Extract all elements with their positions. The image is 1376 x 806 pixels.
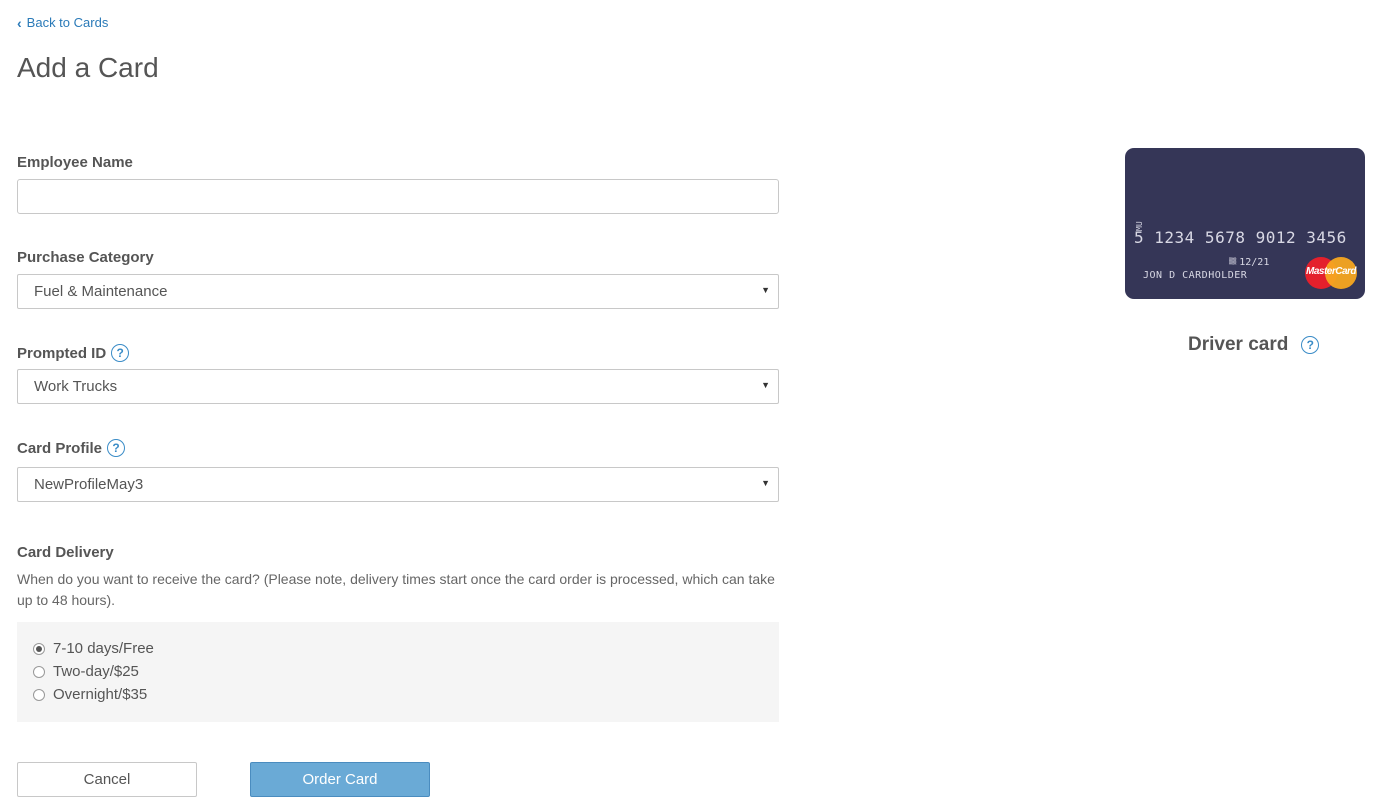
page-title: Add a Card — [17, 52, 159, 83]
card-expiry-prefix: ▒▒ — [1229, 258, 1237, 265]
card-holder-name: JON D CARDHOLDER — [1143, 270, 1248, 281]
mastercard-logo-icon: MasterCard — [1305, 257, 1357, 289]
purchase-category-label: Purchase Category — [17, 249, 154, 266]
purchase-category-select[interactable]: Fuel & Maintenance ▼ — [17, 274, 779, 309]
employee-name-label: Employee Name — [17, 154, 133, 171]
card-delivery-label-text: Card Delivery — [17, 544, 114, 561]
card-expiry: ▒▒ 12/21 — [1229, 257, 1269, 268]
employee-name-input[interactable] — [17, 179, 779, 214]
radio-button[interactable] — [33, 642, 45, 655]
back-link-label: Back to Cards — [26, 15, 109, 30]
card-delivery-description: When do you want to receive the card? (P… — [17, 571, 775, 608]
delivery-option-overnight[interactable]: Overnight/$35 — [33, 686, 147, 703]
radio-button[interactable] — [33, 688, 45, 701]
card-number: 5 1234 5678 9012 3456 — [1134, 228, 1347, 247]
caret-down-icon: ▼ — [761, 285, 770, 295]
prompted-id-select[interactable]: Work Trucks ▼ — [17, 369, 779, 404]
mastercard-logo-text: MasterCard — [1305, 266, 1357, 277]
card-profile-select[interactable]: NewProfileMay3 ▼ — [17, 467, 779, 502]
delivery-option-two-day[interactable]: Two-day/$25 — [33, 663, 139, 680]
delivery-option-free[interactable]: 7-10 days/Free — [33, 640, 154, 657]
prompted-id-value: Work Trucks — [34, 378, 118, 395]
radio-button[interactable] — [33, 665, 45, 678]
cancel-button[interactable]: Cancel — [17, 762, 197, 797]
card-profile-value: NewProfileMay3 — [34, 476, 144, 493]
help-icon[interactable]: ? — [1301, 336, 1320, 354]
delivery-options-group: 7-10 days/Free Two-day/$25 Overnight/$35 — [17, 622, 779, 722]
card-caption-text: Driver card — [1188, 334, 1289, 355]
purchase-category-value: Fuel & Maintenance — [34, 283, 168, 300]
back-to-cards-link[interactable]: ‹ Back to Cards — [17, 15, 108, 30]
card-preview-image: MU 5 1234 5678 9012 3456 ▒▒ 12/21 JON D … — [1125, 148, 1365, 299]
delivery-option-label: 7-10 days/Free — [53, 640, 154, 657]
delivery-option-label: Overnight/$35 — [53, 686, 148, 703]
help-icon[interactable]: ? — [107, 439, 126, 457]
delivery-option-label: Two-day/$25 — [53, 663, 139, 680]
caret-down-icon: ▼ — [761, 380, 770, 390]
chevron-left-icon: ‹ — [17, 14, 22, 31]
card-caption: Driver card ? — [1188, 334, 1320, 356]
card-profile-label-text: Card Profile — [17, 439, 103, 457]
card-profile-label: Card Profile ? — [17, 439, 126, 457]
purchase-category-label-text: Purchase Category — [17, 249, 154, 266]
help-icon[interactable]: ? — [111, 344, 130, 362]
caret-down-icon: ▼ — [761, 478, 770, 488]
card-delivery-label: Card Delivery — [17, 544, 114, 561]
card-expiry-date: 12/21 — [1239, 257, 1270, 268]
order-card-button[interactable]: Order Card — [250, 762, 430, 797]
prompted-id-label: Prompted ID ? — [17, 344, 130, 362]
prompted-id-label-text: Prompted ID — [17, 344, 107, 362]
employee-name-label-text: Employee Name — [17, 154, 133, 171]
